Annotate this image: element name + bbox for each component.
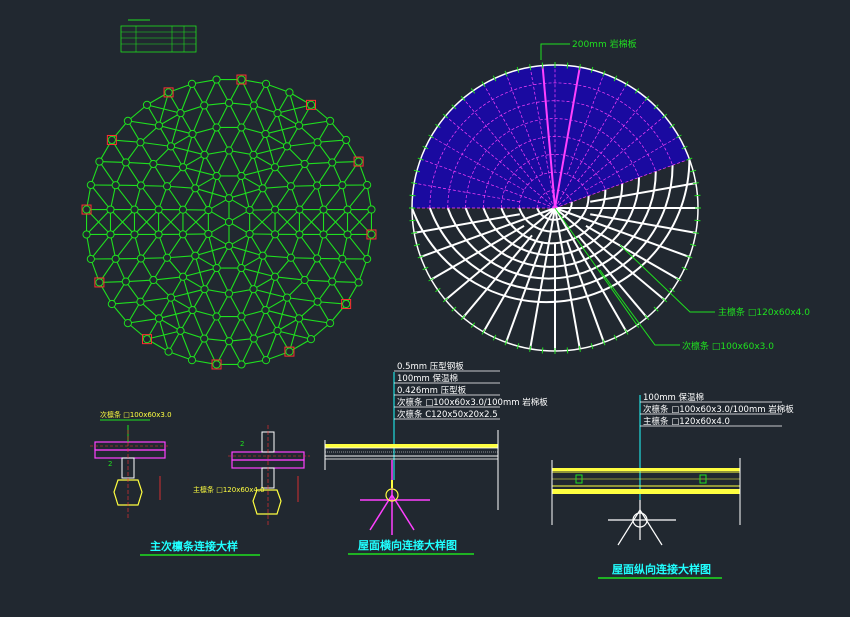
roof-layer-label: 0.5mm 压型钢板 [397,361,464,372]
roof-layer-label: 100mm 保温棉 [397,373,458,384]
roof-layer-label: 0.426mm 压型板 [397,385,467,396]
dome-roof-plan [409,62,701,354]
cad-drawing: 200mm 岩棉板 主檩条 □120x60x4.0 次檩条 □100x60x3.… [0,0,850,617]
long-layer-label: 次檩条 □100x60x3.0/100mm 岩棉板 [643,404,794,415]
roof-section-caption: 屋面横向连接大样图 [358,538,457,552]
long-layer-label: 主檩条 □120x60x4.0 [643,416,730,427]
purlin-detail-label-side: 主檩条 □120x60x4.0 [193,485,265,494]
weld-mark-2: 2 [240,440,244,448]
purlin-detail-caption: 主次檩条连接大样 [150,539,238,553]
callout-secondary-purlin-text: 次檩条 □100x60x3.0 [682,340,774,352]
roof-layer-label: 次檩条 □100x60x3.0/100mm 岩棉板 [397,397,548,408]
weld-mark: 2 [108,460,112,468]
callout-main-purlin-text: 主檩条 □120x60x4.0 [718,306,810,318]
callout-rockwool-text: 200mm 岩棉板 [572,38,637,50]
long-section-caption: 屋面纵向连接大样图 [612,562,711,576]
purlin-detail-label-top: 次檩条 □100x60x3.0 [100,410,172,419]
long-layer-label: 100mm 保温棉 [643,392,704,403]
roof-layer-label: 次檩条 C120x50x20x2.5 [397,409,498,420]
